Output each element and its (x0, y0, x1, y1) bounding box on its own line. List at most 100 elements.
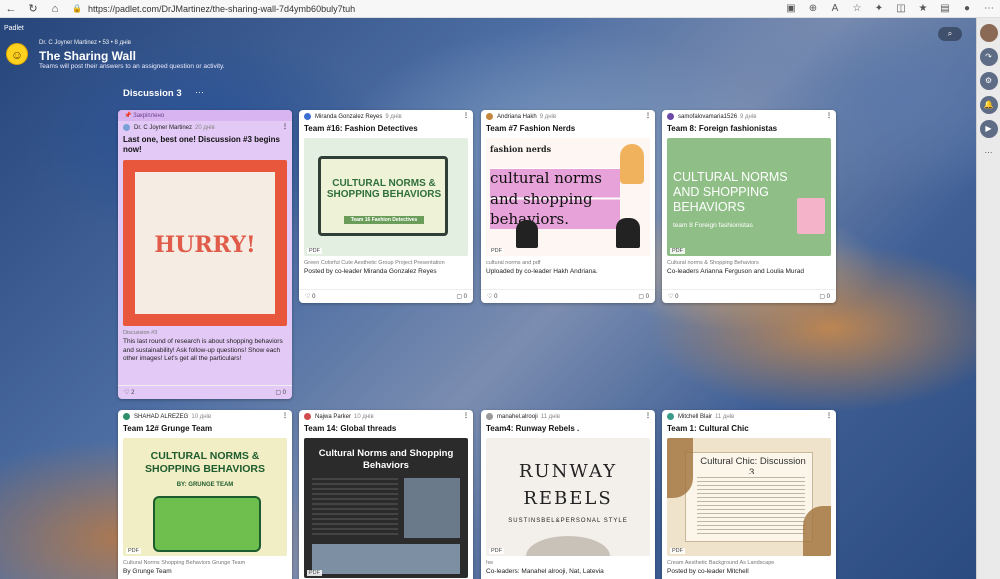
like-button[interactable]: ♡ 0 (487, 293, 497, 300)
more-icon[interactable]: ⋯ (980, 144, 998, 162)
post-attachment[interactable]: Cultural Norms and Shopping Behaviors PD… (304, 438, 468, 579)
address-bar[interactable]: 🔒 https://padlet.com/DrJMartinez/the-sha… (72, 1, 780, 17)
reload-icon[interactable]: ↻ (22, 2, 44, 15)
post-menu-icon[interactable]: ⋮ (463, 412, 469, 419)
post-body: Co-leaders: Manahel alrooji, Nat, Latevi… (486, 568, 604, 576)
avatar (304, 113, 311, 120)
post-menu-icon[interactable]: ⋮ (826, 412, 832, 419)
post-card[interactable]: Mitchell Blair 11 днів ⋮ Team 1: Cultural … (662, 410, 836, 579)
bell-icon[interactable]: 🔔 (979, 96, 998, 114)
post-author: Dr. C Joyner Martinez 20 днів ⋮ (118, 121, 292, 134)
avatar[interactable] (979, 24, 998, 42)
post-author: samofalovamaria1526 9 днів ⋮ (662, 110, 836, 123)
post-attachment[interactable]: HURRY! (123, 159, 287, 326)
section-more-button[interactable]: ··· (195, 87, 204, 97)
post-title: Team 1: Cultural Chic (667, 424, 749, 433)
favorite-icon[interactable]: ☆ (846, 3, 868, 14)
post-card[interactable]: SHAHAD ALREZEG 10 днів ⋮ Team 12# Grunge T… (118, 410, 292, 579)
board-title: The Sharing Wall (39, 49, 136, 63)
post-author: Miranda Gonzalez Reyes 9 днів ⋮ (299, 110, 473, 123)
menu-icon[interactable]: ⋯ (978, 3, 1000, 14)
pin-icon: 📌 (124, 113, 132, 119)
post-menu-icon[interactable]: ⋮ (645, 412, 651, 419)
post-card[interactable]: Miranda Gonzalez Reyes 9 днів ⋮ Team #16: … (299, 110, 473, 303)
like-button[interactable]: ♡ 0 (305, 293, 315, 300)
post-card[interactable]: Andriana Hakh 9 днів ⋮ Team #7 Fashion Ner… (481, 110, 655, 303)
split-screen-icon[interactable]: ◫ (890, 3, 912, 14)
avatar (123, 124, 130, 131)
post-body: Uploaded by co-leader Hakh Andriana. (486, 268, 598, 276)
post-attachment[interactable]: RUNWAY REBELS SUSTINSBEL&PERSONAL STYLE … (486, 438, 650, 557)
like-button[interactable]: ♡ 2 (124, 389, 134, 396)
pinned-label: 📌 Закріплено (118, 110, 292, 121)
post-footer: ♡ 2 ▢ 0 (118, 385, 292, 399)
share-icon[interactable]: ↷ (979, 48, 998, 66)
board-description: Teams will post their answers to an assi… (39, 63, 225, 70)
avatar (486, 413, 493, 420)
post-menu-icon[interactable]: ⋮ (463, 112, 469, 119)
post-menu-icon[interactable]: ⋮ (282, 123, 288, 130)
post-attachment[interactable]: fashion nerds cultural norms and shoppin… (486, 138, 650, 257)
post-attachment[interactable]: CULTURAL NORMS AND SHOPPING BEHAVIORS te… (667, 138, 831, 257)
play-icon[interactable]: ▶ (979, 120, 998, 138)
post-attachment[interactable]: CULTURAL NORMS & SHOPPING BEHAVIORS BY: … (123, 438, 287, 557)
favorites-bar-icon[interactable]: ★ (912, 3, 934, 14)
post-menu-icon[interactable]: ⋮ (645, 112, 651, 119)
comment-icon: ▢ (275, 390, 281, 396)
post-body: By Grunge Team (123, 568, 172, 576)
post-body: Co-leaders Arianna Ferguson and Loulia M… (667, 268, 804, 276)
attachment-caption: Cultural Norms Shopping Behaviors Grunge… (123, 560, 246, 567)
avatar (304, 413, 311, 420)
comment-icon: ▢ (456, 294, 462, 300)
post-title: Team 12# Grunge Team (123, 424, 213, 433)
zoom-icon[interactable]: ⊕ (802, 3, 824, 14)
post-body: Posted by co-leader Mitchell (667, 568, 749, 576)
extensions-icon[interactable]: ✦ (868, 3, 890, 14)
post-title: Team 8: Foreign fashionistas (667, 124, 778, 133)
collections-icon[interactable]: ▤ (934, 3, 956, 14)
comment-button[interactable]: ▢ 0 (819, 293, 830, 300)
search-button[interactable]: ⌕ (938, 27, 962, 41)
back-icon[interactable]: ← (0, 3, 22, 15)
smile-emoji-icon: ☺ (6, 43, 28, 65)
home-icon[interactable]: ⌂ (44, 3, 66, 15)
padlet-logo[interactable]: Padlet (4, 25, 24, 32)
search-icon: ⌕ (947, 29, 953, 38)
post-menu-icon[interactable]: ⋮ (826, 112, 832, 119)
heart-icon: ♡ (487, 294, 493, 300)
url-text: https://padlet.com/DrJMartinez/the-shari… (87, 3, 356, 14)
post-author: Mitchell Blair 11 днів ⋮ (662, 410, 836, 423)
post-card[interactable]: manahel.alrooji 11 днів ⋮ Team4: Runway Re… (481, 410, 655, 579)
post-card[interactable]: 📌 Закріплено Dr. C Joyner Martinez 20 дні… (118, 110, 292, 399)
post-attachment[interactable]: CULTURAL NORMS & SHOPPING BEHAVIORS Team… (304, 138, 468, 257)
post-title: Team #16: Fashion Detectives (304, 124, 418, 133)
attachment-caption: Green Colorful Cute Aesthetic Group Proj… (304, 260, 445, 267)
post-card[interactable]: Najwa Parker 10 днів ⋮ Team 14: Global thr… (299, 410, 473, 579)
profile-icon[interactable]: ● (956, 3, 978, 14)
comment-icon: ▢ (638, 294, 644, 300)
post-footer: ♡ 0 ▢ 0 (662, 289, 836, 303)
post-author: Najwa Parker 10 днів ⋮ (299, 410, 473, 423)
extension-icon[interactable]: ▣ (780, 3, 802, 14)
post-attachment[interactable]: Cultural Chic: Discussion 3. PDF (667, 438, 831, 557)
attachment-caption: Cultural norms & Shopping Behaviors (667, 260, 759, 267)
post-author: Andriana Hakh 9 днів ⋮ (481, 110, 655, 123)
comment-button[interactable]: ▢ 0 (275, 389, 286, 396)
read-aloud-icon[interactable]: A (824, 3, 846, 14)
post-body: This last round of research is about sho… (123, 337, 283, 363)
post-title: Team4: Runway Rebels . (486, 424, 580, 433)
avatar (667, 113, 674, 120)
attachment-caption: cultural norms and pdf (486, 260, 541, 267)
lock-icon: 🔒 (72, 4, 82, 13)
comment-button[interactable]: ▢ 0 (638, 293, 649, 300)
like-button[interactable]: ♡ 0 (668, 293, 678, 300)
post-title: Last one, best one! Discussion #3 begins… (123, 135, 280, 155)
post-menu-icon[interactable]: ⋮ (282, 412, 288, 419)
post-author: manahel.alrooji 11 днів ⋮ (481, 410, 655, 423)
post-body: Posted by co-leader Miranda Gonzalez Rey… (304, 268, 437, 276)
settings-icon[interactable]: ⚙ (979, 72, 998, 90)
heart-icon: ♡ (305, 294, 311, 300)
heart-icon: ♡ (124, 390, 130, 396)
post-card[interactable]: samofalovamaria1526 9 днів ⋮ Team 8: Forei… (662, 110, 836, 303)
comment-button[interactable]: ▢ 0 (456, 293, 467, 300)
